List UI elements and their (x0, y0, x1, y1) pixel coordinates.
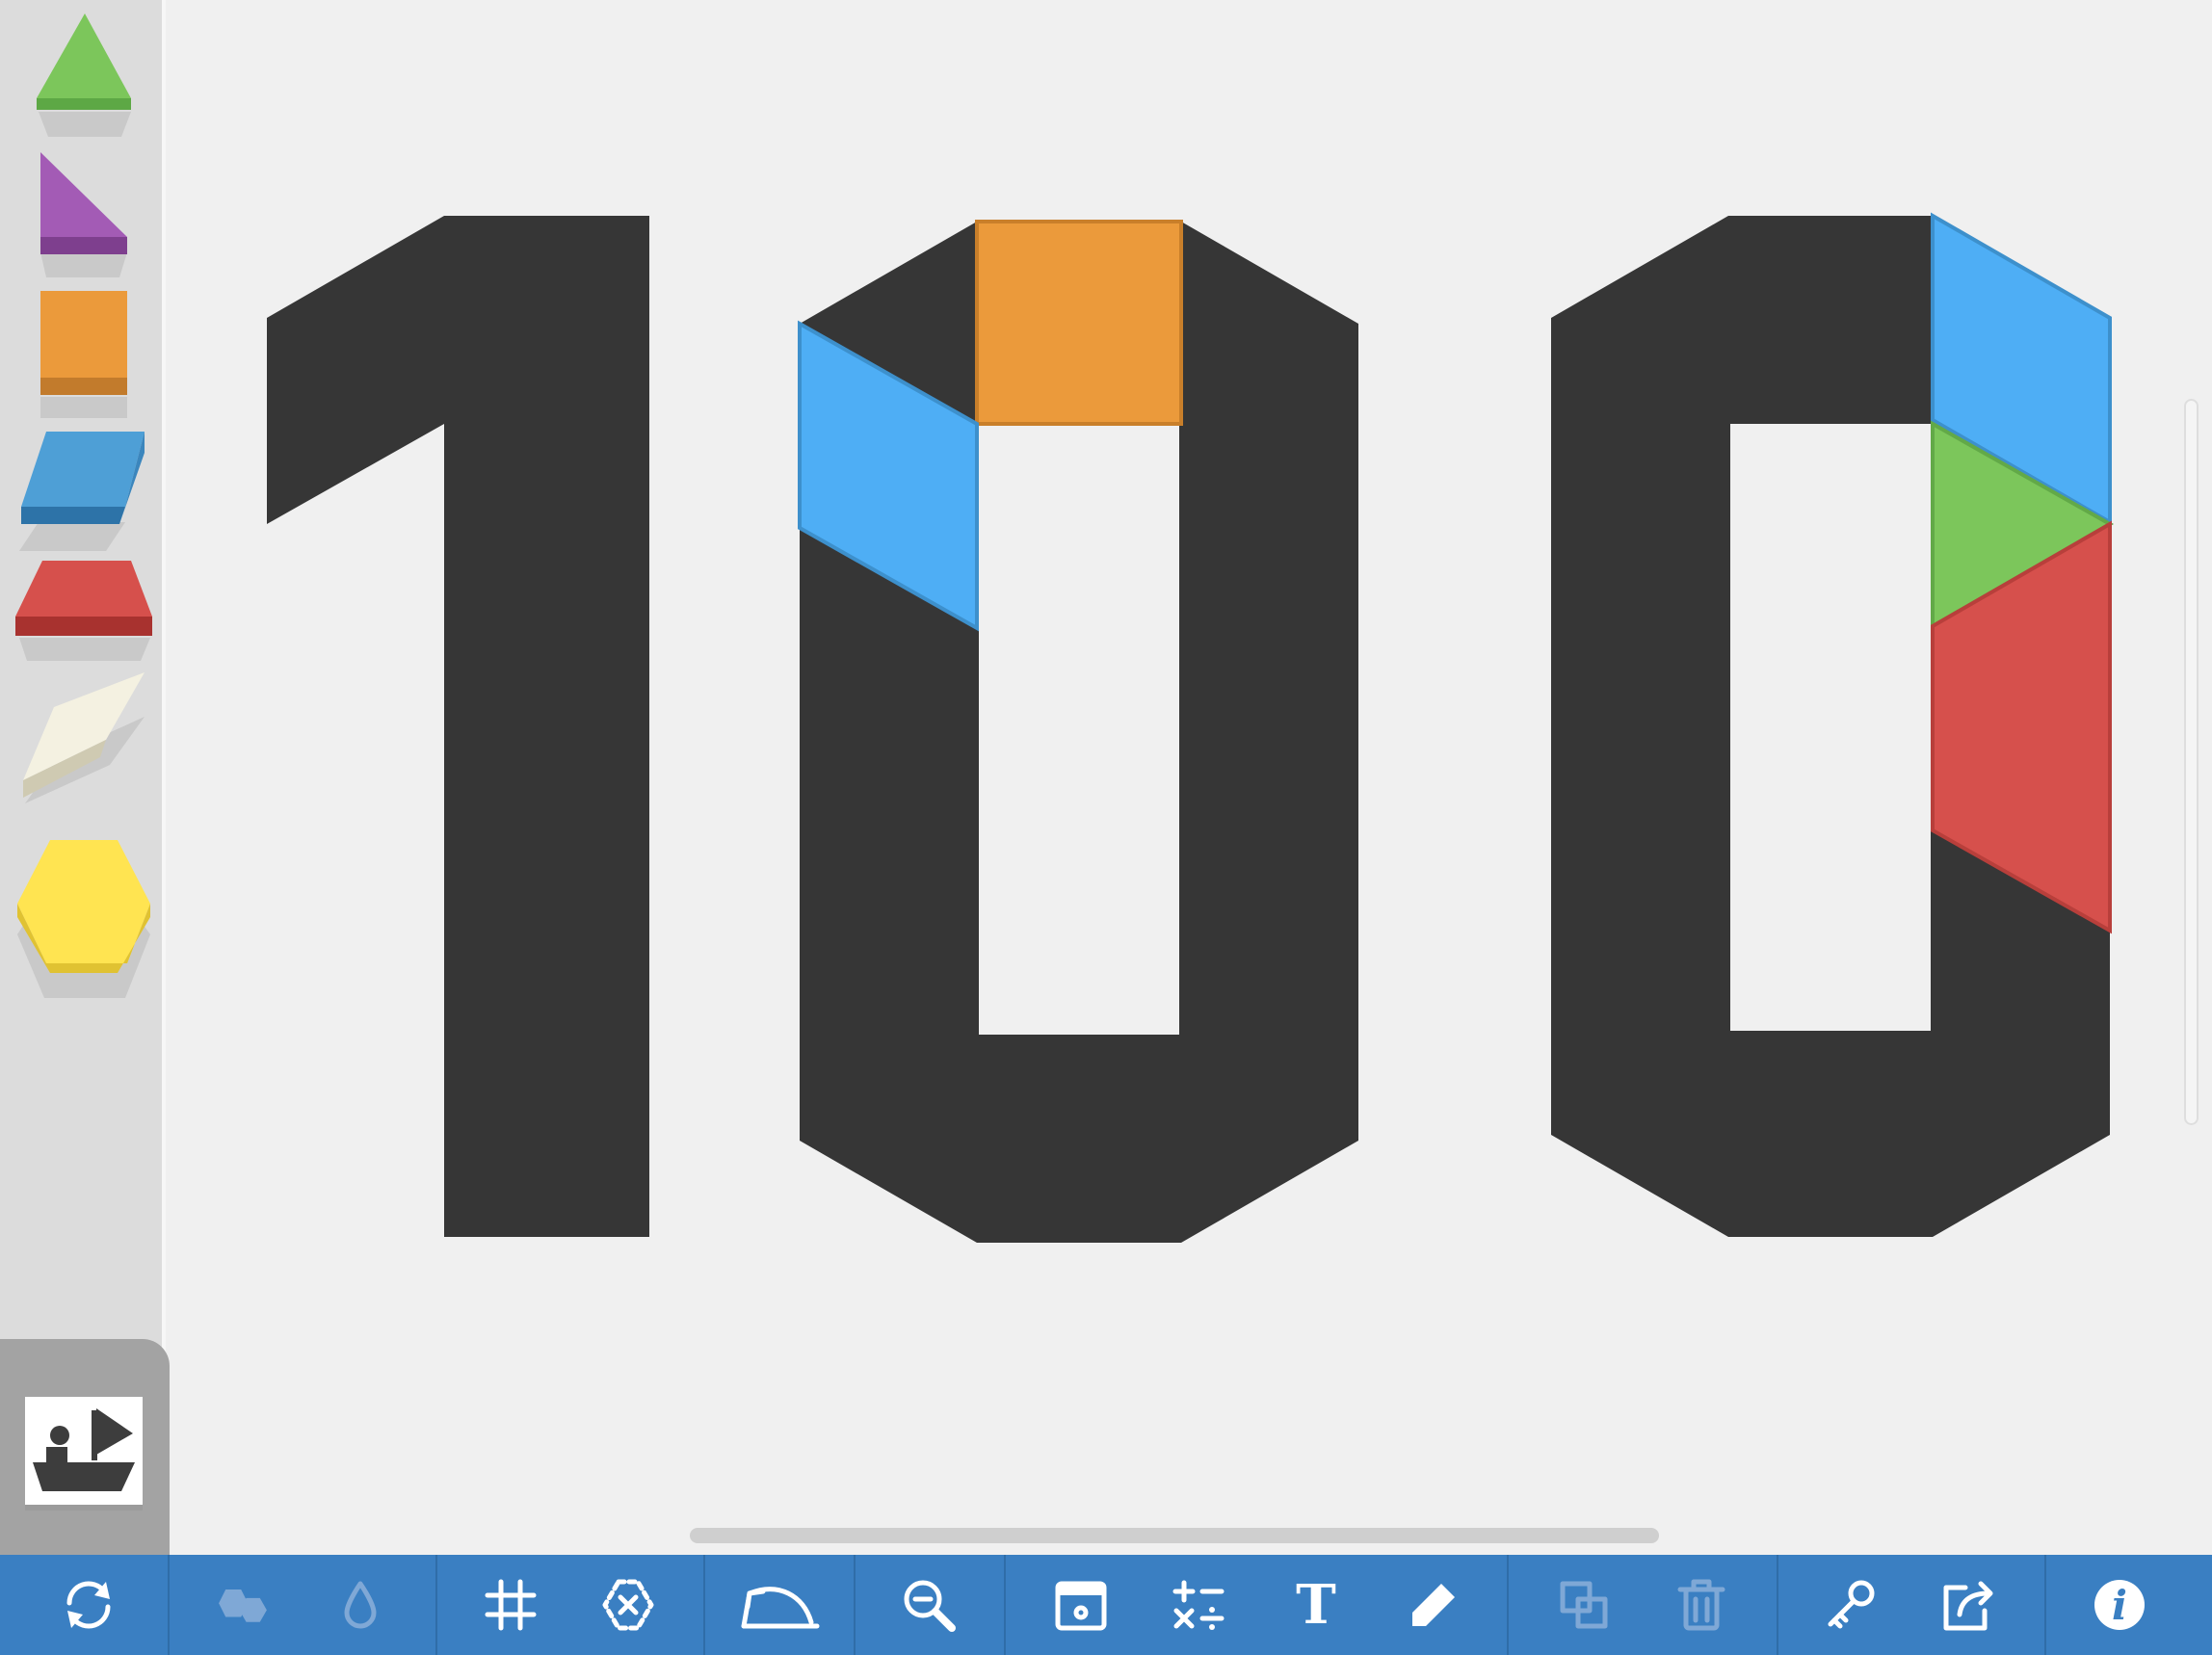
delete-button[interactable] (1651, 1555, 1751, 1655)
rotate-arrow-icon (741, 1587, 820, 1629)
text-button[interactable]: T (1266, 1555, 1366, 1655)
tray-hexagon-piece[interactable] (0, 828, 166, 1002)
toolbar-separator (703, 1555, 705, 1655)
shape-tray (0, 0, 170, 1555)
tray-trapezoid-piece[interactable] (0, 557, 166, 665)
toolbar-separator (435, 1555, 437, 1655)
calendar-icon (1055, 1581, 1107, 1631)
toolbar-separator (854, 1555, 856, 1655)
toolbar-separator (1507, 1555, 1509, 1655)
text-icon: T (1296, 1573, 1336, 1637)
rotate-button[interactable] (730, 1555, 830, 1655)
horizontal-scrollbar[interactable] (690, 1528, 1659, 1543)
toolbar-separator (1777, 1555, 1778, 1655)
tray-right-triangle-piece[interactable] (0, 146, 166, 281)
puzzle-outline-100 (267, 216, 2110, 1243)
zoom-out-icon (904, 1580, 956, 1632)
grid-button[interactable] (461, 1555, 561, 1655)
tray-square-piece[interactable] (0, 287, 166, 422)
toolbar-separator (2044, 1555, 2046, 1655)
info-button[interactable]: i (2069, 1555, 2170, 1655)
tray-rhombus-piece[interactable] (0, 428, 166, 553)
info-label: i (2112, 1581, 2127, 1629)
share-button[interactable] (1919, 1555, 2019, 1655)
outline-digit-1 (267, 216, 649, 1237)
math-operations-icon (1172, 1580, 1224, 1630)
mode-panel (0, 1339, 170, 1555)
mode-button[interactable] (25, 1397, 143, 1511)
toolbar-separator (1004, 1555, 1006, 1655)
clear-outline-button[interactable] (578, 1555, 678, 1655)
pencil-icon (1412, 1584, 1455, 1626)
hexagon-x-icon (602, 1579, 654, 1631)
toolbar-separator (168, 1555, 170, 1655)
workspace-canvas[interactable] (170, 0, 2212, 1555)
placed-square-piece[interactable] (975, 220, 1183, 426)
grid-icon (485, 1579, 537, 1631)
color-button[interactable] (310, 1555, 410, 1655)
bottom-toolbar: T i (0, 1555, 2212, 1655)
shapes-button[interactable] (193, 1555, 293, 1655)
tray-thin-rhombus-piece[interactable] (0, 669, 166, 813)
duplicate-icon (1560, 1581, 1608, 1629)
math-operations-button[interactable] (1148, 1555, 1249, 1655)
info-icon: i (2094, 1580, 2145, 1630)
tray-triangle-piece[interactable] (0, 6, 166, 141)
vertical-scrollbar[interactable] (2184, 399, 2199, 1125)
zoom-out-button[interactable] (879, 1555, 979, 1655)
trash-icon (1677, 1579, 1725, 1631)
share-icon (1943, 1581, 1993, 1631)
key-button[interactable] (1802, 1555, 1902, 1655)
shapes-icon (219, 1589, 267, 1622)
color-drop-icon (344, 1581, 377, 1629)
pencil-button[interactable] (1383, 1555, 1484, 1655)
piece-tray (0, 0, 166, 1011)
boat-flag-icon (25, 1397, 143, 1505)
refresh-button[interactable] (39, 1555, 139, 1655)
key-icon (1828, 1580, 1875, 1629)
duplicate-button[interactable] (1534, 1555, 1634, 1655)
refresh-icon (66, 1581, 111, 1629)
background-button[interactable] (1031, 1555, 1131, 1655)
